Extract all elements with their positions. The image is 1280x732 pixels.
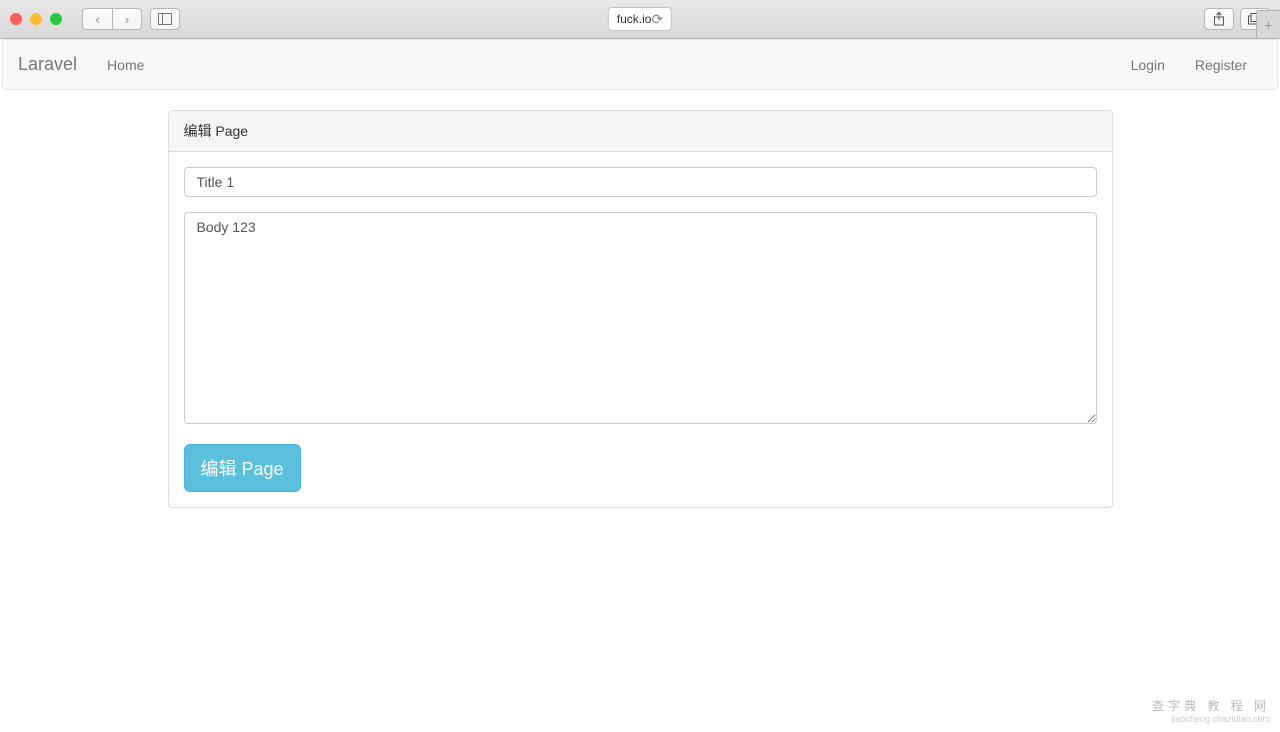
panel-body: Body 123 编辑 Page: [169, 152, 1112, 507]
main-navbar: Laravel Home Login Register: [2, 39, 1278, 90]
main-container: 编辑 Page Body 123 编辑 Page: [168, 90, 1113, 508]
nav-buttons: ‹ ›: [82, 8, 142, 30]
reload-icon[interactable]: ⟳: [651, 11, 663, 28]
submit-button[interactable]: 编辑 Page: [184, 444, 301, 492]
watermark-main: 查字典 教 程 网: [1152, 697, 1270, 714]
nav-register-link[interactable]: Register: [1180, 57, 1262, 73]
panel-heading: 编辑 Page: [169, 111, 1112, 152]
navbar-right: Login Register: [1116, 57, 1262, 73]
share-button[interactable]: [1204, 8, 1234, 30]
title-input[interactable]: [184, 167, 1097, 197]
minimize-window-button[interactable]: [30, 13, 42, 25]
new-tab-button[interactable]: +: [1256, 10, 1280, 38]
watermark-sub: jiaocheng.chazidian.com: [1152, 714, 1270, 724]
browser-toolbar: ‹ › fuck.io ⟳ +: [0, 0, 1280, 39]
window-controls: [10, 13, 62, 25]
plus-icon: +: [1264, 17, 1272, 33]
nav-home-link[interactable]: Home: [92, 57, 159, 73]
back-button[interactable]: ‹: [82, 8, 112, 30]
title-form-group: [184, 167, 1097, 197]
sidebar-icon: [158, 13, 172, 25]
watermark: 查字典 教 程 网 jiaocheng.chazidian.com: [1152, 697, 1270, 724]
share-icon: [1213, 12, 1225, 26]
forward-button[interactable]: ›: [112, 8, 142, 30]
close-window-button[interactable]: [10, 13, 22, 25]
brand-link[interactable]: Laravel: [18, 54, 92, 75]
maximize-window-button[interactable]: [50, 13, 62, 25]
nav-login-link[interactable]: Login: [1116, 57, 1180, 73]
sidebar-toggle-button[interactable]: [150, 8, 180, 30]
chevron-left-icon: ‹: [95, 12, 99, 27]
chevron-right-icon: ›: [125, 12, 129, 27]
page-content: Laravel Home Login Register 编辑 Page Body…: [0, 39, 1280, 508]
url-text: fuck.io: [617, 12, 652, 26]
body-form-group: Body 123: [184, 212, 1097, 429]
body-textarea[interactable]: Body 123: [184, 212, 1097, 424]
address-bar[interactable]: fuck.io ⟳: [608, 7, 672, 31]
edit-page-panel: 编辑 Page Body 123 编辑 Page: [168, 110, 1113, 508]
